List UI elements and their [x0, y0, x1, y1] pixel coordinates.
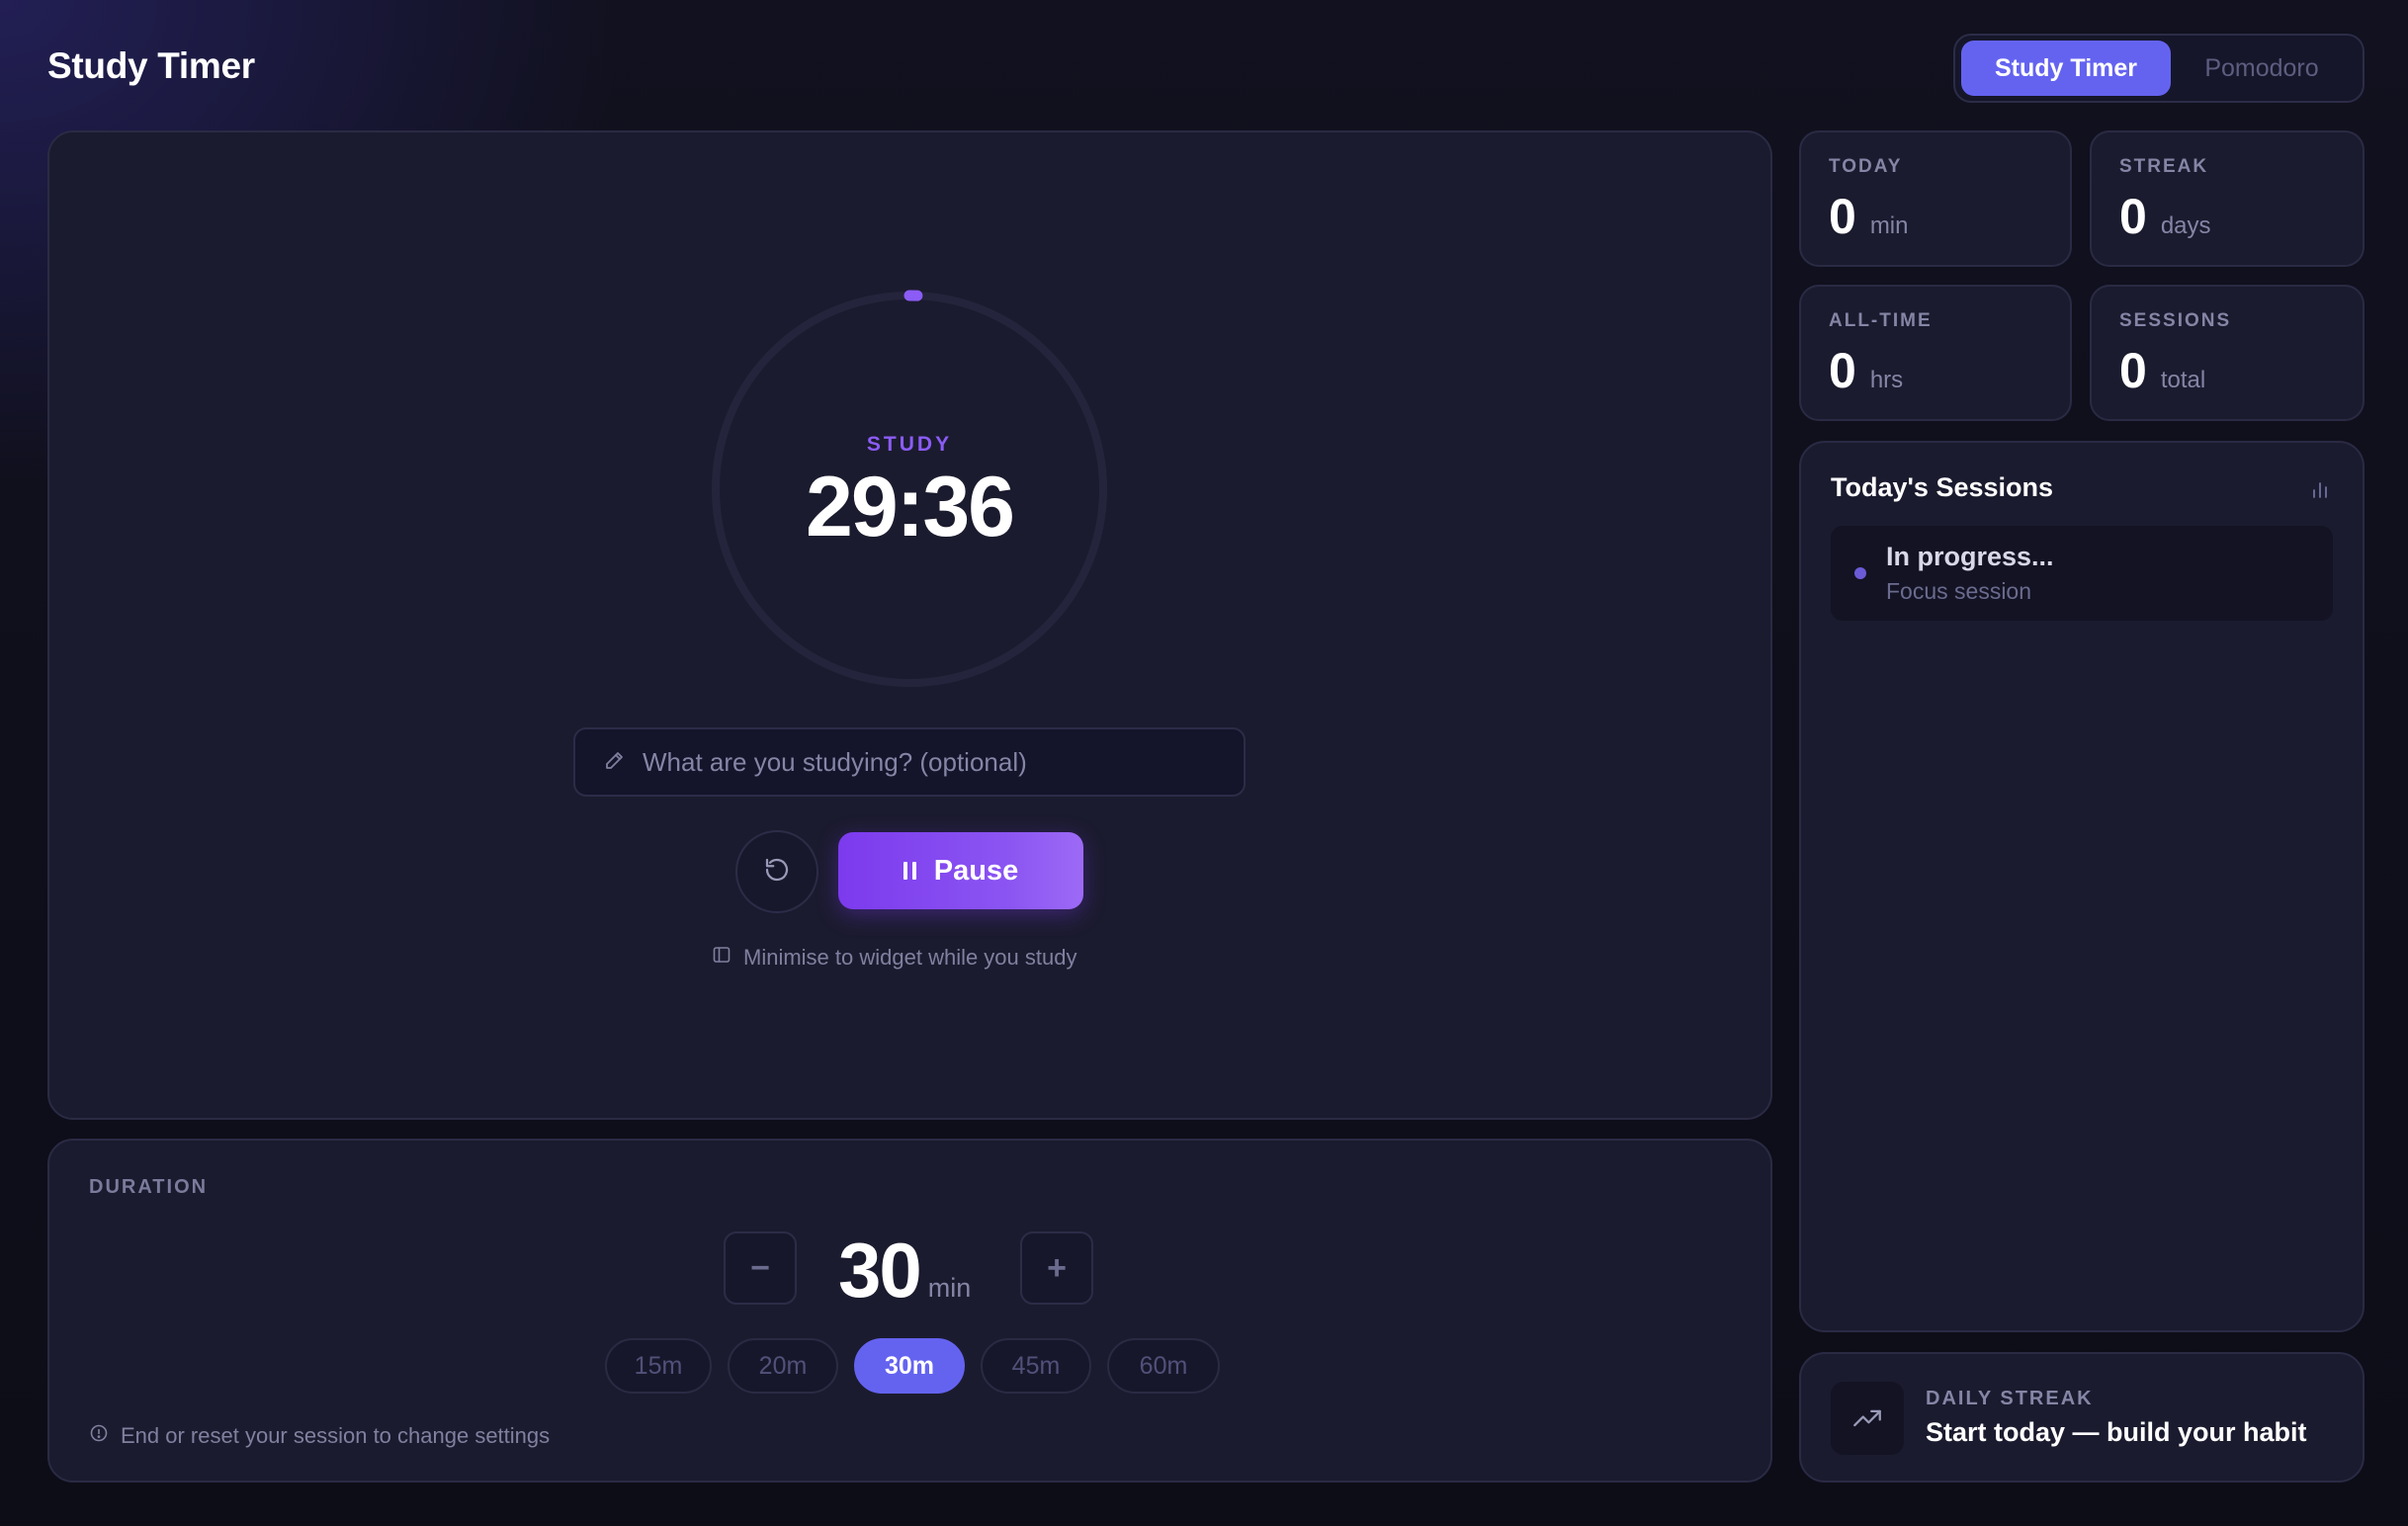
- settings-note-text: End or reset your session to change sett…: [121, 1423, 551, 1448]
- daily-streak-message: Start today — build your habit: [1926, 1417, 2307, 1447]
- study-topic-input[interactable]: [643, 746, 1226, 778]
- pause-label: Pause: [933, 854, 1019, 887]
- sidebar-panel-icon: [712, 945, 731, 971]
- session-list-item[interactable]: In progress... Focus session: [1831, 526, 2333, 621]
- stat-label: ALL-TIME: [1829, 310, 1933, 331]
- duration-value: 30: [838, 1227, 922, 1314]
- stat-value: 0: [2119, 343, 2147, 398]
- todays-sessions-title: Today's Sessions: [1831, 472, 2054, 502]
- pause-icon: [903, 862, 916, 880]
- duration-presets: 15m 20m 30m 45m 60m: [605, 1338, 1220, 1394]
- session-subtitle: Focus session: [1886, 578, 2032, 604]
- stat-value: 0: [2119, 189, 2147, 244]
- stat-unit: total: [2160, 367, 2206, 393]
- session-title: In progress...: [1886, 542, 2054, 571]
- daily-streak-label: DAILY STREAK: [1926, 1388, 2094, 1409]
- preset-15m[interactable]: 15m: [605, 1338, 712, 1394]
- study-topic-field[interactable]: [573, 727, 1246, 797]
- settings-note: End or reset your session to change sett…: [89, 1423, 550, 1449]
- tab-study-timer[interactable]: Study Timer: [1961, 41, 2171, 96]
- pause-button[interactable]: Pause: [838, 832, 1083, 909]
- stat-card-today: TODAY 0 min: [1799, 130, 2072, 267]
- duration-label: DURATION: [89, 1176, 209, 1198]
- timer-mode-label: STUDY: [866, 433, 953, 456]
- status-dot: [1854, 567, 1866, 579]
- stat-unit: min: [1869, 212, 1909, 239]
- minimise-hint-text: Minimise to widget while you study: [743, 945, 1077, 970]
- stat-label: SESSIONS: [2119, 310, 2232, 331]
- app-title: Study Timer: [47, 45, 255, 86]
- stat-card-alltime: ALL-TIME 0 hrs: [1799, 285, 2072, 421]
- stat-value: 0: [1829, 189, 1856, 244]
- stat-label: STREAK: [2119, 156, 2209, 177]
- decrease-duration-button[interactable]: −: [724, 1231, 797, 1305]
- preset-45m[interactable]: 45m: [981, 1338, 1091, 1394]
- preset-30m[interactable]: 30m: [854, 1338, 965, 1394]
- duration-display: 30 min: [838, 1226, 971, 1315]
- minimise-widget-link[interactable]: Minimise to widget while you study: [712, 943, 1076, 973]
- stat-value: 0: [1829, 343, 1856, 398]
- reset-icon: [762, 855, 792, 890]
- stat-card-streak: STREAK 0 days: [2090, 130, 2365, 267]
- duration-unit: min: [927, 1273, 972, 1303]
- mode-switch: Study Timer Pomodoro: [1953, 34, 2365, 103]
- stat-label: TODAY: [1829, 156, 1903, 177]
- preset-60m[interactable]: 60m: [1107, 1338, 1220, 1394]
- stat-unit: hrs: [1869, 367, 1904, 393]
- increase-duration-button[interactable]: +: [1020, 1231, 1093, 1305]
- trending-up-icon: [1831, 1382, 1904, 1455]
- reset-button[interactable]: [735, 830, 818, 913]
- tab-pomodoro[interactable]: Pomodoro: [2171, 41, 2353, 96]
- info-icon: [89, 1423, 109, 1449]
- timer-countdown: 29:36: [806, 460, 1015, 554]
- pencil-icon: [603, 748, 627, 777]
- bar-chart-icon[interactable]: [2309, 478, 2331, 505]
- timer-ring: STUDY 29:36: [707, 287, 1112, 692]
- preset-20m[interactable]: 20m: [728, 1338, 838, 1394]
- stat-unit: days: [2160, 212, 2211, 239]
- stat-card-sessions: SESSIONS 0 total: [2090, 285, 2365, 421]
